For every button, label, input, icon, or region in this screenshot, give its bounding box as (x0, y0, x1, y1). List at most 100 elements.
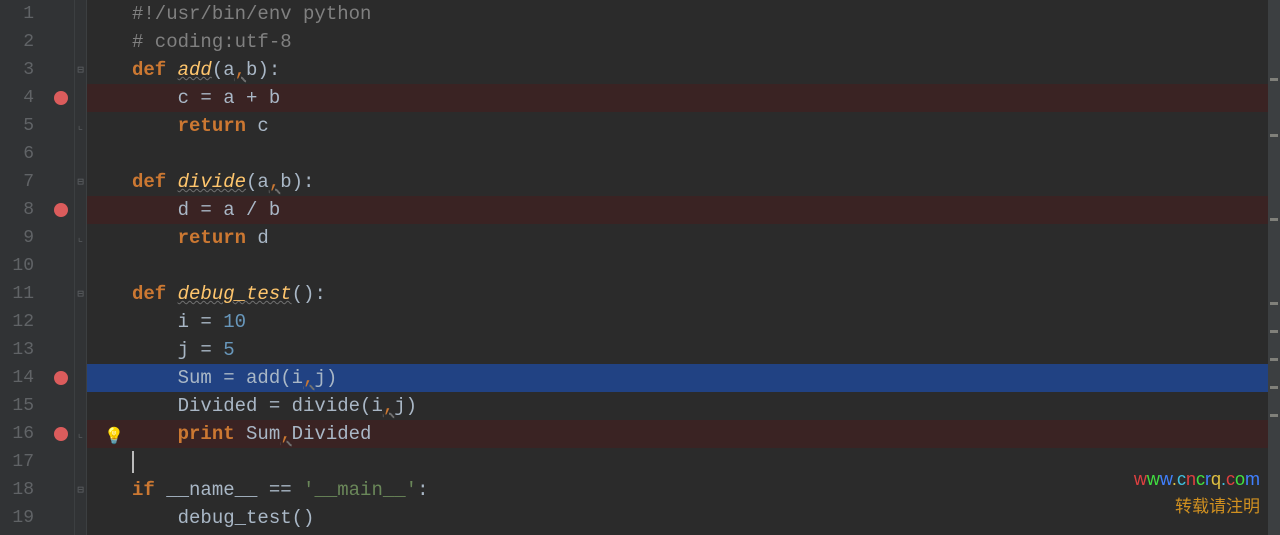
fold-icon[interactable]: ⌞ (77, 119, 84, 133)
token-op: b): (246, 59, 280, 81)
fold-row[interactable] (75, 504, 86, 532)
gutter-row[interactable]: 8 (0, 196, 74, 224)
fold-icon[interactable]: ⊟ (77, 175, 84, 189)
code-line[interactable]: def add(a,b): (132, 56, 1280, 84)
fold-row[interactable]: ⊟ (75, 56, 86, 84)
fold-icon[interactable]: ⌞ (77, 427, 84, 441)
token-kw: print (178, 423, 235, 445)
gutter-row[interactable]: 18 (0, 476, 74, 504)
fold-row[interactable] (75, 196, 86, 224)
breakpoint-icon[interactable] (54, 427, 68, 441)
gutter-row[interactable]: 7 (0, 168, 74, 196)
fold-icon[interactable]: ⊟ (77, 63, 84, 77)
token-op: debug_test() (132, 507, 314, 529)
code-line[interactable]: c = a + b (87, 84, 1280, 112)
token-comma-warn: , (235, 59, 246, 81)
fold-row[interactable] (75, 308, 86, 336)
gutter-row[interactable]: 14 (0, 364, 74, 392)
fold-row[interactable]: ⌞ (75, 224, 86, 252)
line-number: 7 (8, 172, 34, 192)
code-line[interactable]: debug_test() (132, 504, 1280, 532)
fold-icon[interactable]: ⊟ (77, 483, 84, 497)
line-number: 1 (8, 4, 34, 24)
gutter-row[interactable]: 12 (0, 308, 74, 336)
gutter-row[interactable]: 17 (0, 448, 74, 476)
token-op: Sum = add(i (132, 367, 303, 389)
line-number: 15 (8, 396, 34, 416)
token-fn: add (178, 59, 212, 81)
code-line[interactable]: #!/usr/bin/env python (132, 0, 1280, 28)
gutter-row[interactable]: 16 (0, 420, 74, 448)
fold-row[interactable] (75, 364, 86, 392)
code-line[interactable] (132, 448, 1280, 476)
code-line[interactable]: Sum = add(i,j) (87, 364, 1280, 392)
token-kw: return (178, 227, 246, 249)
gutter-row[interactable]: 3 (0, 56, 74, 84)
fold-row[interactable] (75, 392, 86, 420)
breakpoint-icon[interactable] (54, 371, 68, 385)
token-fn: divide (178, 171, 246, 193)
fold-row[interactable] (75, 252, 86, 280)
fold-row[interactable] (75, 140, 86, 168)
gutter-row[interactable]: 5 (0, 112, 74, 140)
gutter-row[interactable]: 15 (0, 392, 74, 420)
fold-column[interactable]: ⊟ ⌞ ⊟ ⌞ ⊟ ⌞ ⊟ (75, 0, 87, 535)
code-line[interactable]: print Sum,Divided (87, 420, 1280, 448)
code-line[interactable]: return d (132, 224, 1280, 252)
token-kw: return (178, 115, 246, 137)
code-line[interactable]: j = 5 (132, 336, 1280, 364)
code-line[interactable]: Divided = divide(i,j) (132, 392, 1280, 420)
gutter-row[interactable]: 10 (0, 252, 74, 280)
token-fn: debug_test (178, 283, 292, 305)
gutter-row[interactable]: 2 (0, 28, 74, 56)
code-line[interactable]: d = a / b (87, 196, 1280, 224)
code-line[interactable]: if __name__ == '__main__': (132, 476, 1280, 504)
fold-row[interactable] (75, 84, 86, 112)
lightbulb-icon[interactable]: 💡 (104, 426, 124, 446)
gutter[interactable]: 12345678910111213141516171819 (0, 0, 75, 535)
token-op: c (246, 115, 269, 137)
breakpoint-icon[interactable] (54, 91, 68, 105)
token-op (132, 115, 178, 137)
gutter-row[interactable]: 13 (0, 336, 74, 364)
minimap-mark (1270, 218, 1278, 221)
code-line[interactable]: return c (132, 112, 1280, 140)
gutter-row[interactable]: 19 (0, 504, 74, 532)
line-number: 6 (8, 144, 34, 164)
caret (132, 451, 134, 473)
fold-row[interactable] (75, 0, 86, 28)
line-number: 5 (8, 116, 34, 136)
code-line[interactable] (132, 140, 1280, 168)
vertical-scrollbar[interactable] (1268, 0, 1280, 535)
code-line[interactable]: def debug_test(): (132, 280, 1280, 308)
gutter-row[interactable]: 4 (0, 84, 74, 112)
code-line[interactable]: # coding:utf-8 (132, 28, 1280, 56)
code-area[interactable]: #!/usr/bin/env python # coding:utf-8def a… (87, 0, 1280, 535)
line-number: 10 (8, 256, 34, 276)
line-number: 16 (8, 424, 34, 444)
token-op: i = (132, 311, 223, 333)
token-cmt: #!/usr/bin/env python (132, 3, 371, 25)
fold-row[interactable] (75, 448, 86, 476)
gutter-row[interactable]: 9 (0, 224, 74, 252)
fold-row[interactable]: ⊟ (75, 280, 86, 308)
code-line[interactable]: i = 10 (132, 308, 1280, 336)
code-line[interactable] (132, 252, 1280, 280)
token-op: (a (212, 59, 235, 81)
gutter-row[interactable]: 6 (0, 140, 74, 168)
gutter-row[interactable]: 11 (0, 280, 74, 308)
fold-icon[interactable]: ⊟ (77, 287, 84, 301)
code-line[interactable]: def divide(a,b): (132, 168, 1280, 196)
fold-icon[interactable]: ⌞ (77, 231, 84, 245)
fold-row[interactable]: ⊟ (75, 168, 86, 196)
line-number: 9 (8, 228, 34, 248)
code-editor[interactable]: 12345678910111213141516171819 ⊟⌞⊟⌞⊟⌞⊟ #!… (0, 0, 1280, 535)
fold-row[interactable]: ⌞ (75, 420, 86, 448)
gutter-row[interactable]: 1 (0, 0, 74, 28)
fold-row[interactable]: ⊟ (75, 476, 86, 504)
fold-row[interactable] (75, 336, 86, 364)
breakpoint-icon[interactable] (54, 203, 68, 217)
fold-row[interactable] (75, 28, 86, 56)
minimap-mark (1270, 78, 1278, 81)
fold-row[interactable]: ⌞ (75, 112, 86, 140)
